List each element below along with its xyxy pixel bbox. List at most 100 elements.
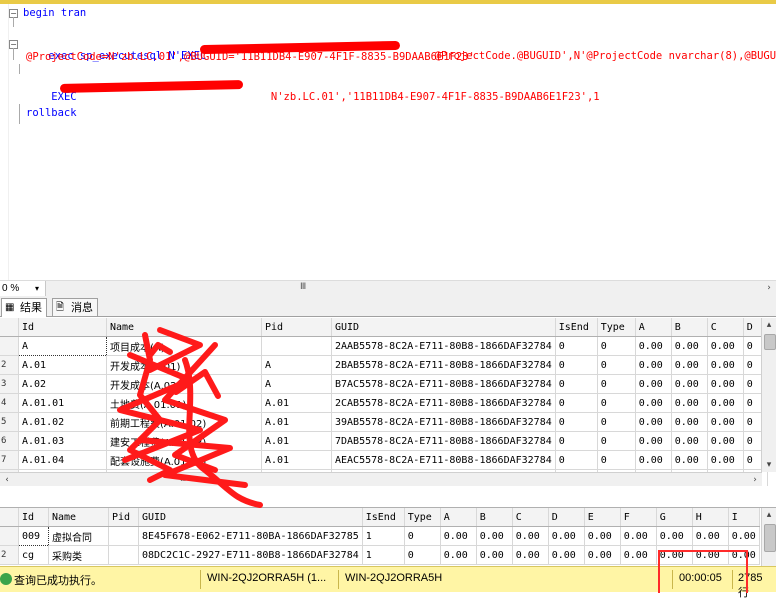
zoom-selector[interactable]: 0 % ▾ <box>0 281 46 296</box>
column-header[interactable]: H <box>692 508 729 527</box>
table-cell[interactable]: 0 <box>404 545 441 565</box>
row-number[interactable]: 3 <box>0 374 19 394</box>
table-cell[interactable] <box>108 526 139 546</box>
table-cell[interactable]: 0.00 <box>476 545 513 565</box>
table-cell[interactable]: 0.00 <box>440 545 477 565</box>
column-header[interactable]: A <box>440 508 477 527</box>
table-cell[interactable]: 0.00 <box>671 450 708 470</box>
column-header[interactable]: I <box>728 508 760 527</box>
table-row[interactable]: 5 A.01.02 前期工程费(A.01.02) A.01 39AB5578-8C2A-… <box>0 412 768 432</box>
column-header[interactable]: Pid <box>261 318 332 337</box>
table-cell[interactable]: 0 <box>555 355 598 375</box>
column-header[interactable]: D <box>548 508 585 527</box>
table-cell[interactable]: 0.00 <box>707 450 744 470</box>
column-header[interactable]: GUID <box>331 318 556 337</box>
table-cell[interactable]: 2CAB5578-8C2A-E711-80B8-1866DAF32784 <box>331 393 556 413</box>
table-cell[interactable]: 0 <box>597 374 636 394</box>
table-cell[interactable]: 0.00 <box>671 336 708 356</box>
table-cell[interactable]: A.01.03 <box>18 431 107 451</box>
table-cell[interactable]: A <box>261 355 332 375</box>
table-row[interactable]: A 项目成本(A) 2AAB5578-8C2A-E711-80B8-1866DAF3… <box>0 336 768 356</box>
scroll-left-icon[interactable]: ‹ <box>0 473 14 486</box>
table-cell[interactable]: A.01.04 <box>18 450 107 470</box>
scroll-down-icon[interactable]: ▾ <box>762 458 776 473</box>
table-cell[interactable]: 配套设施费(A.01.04) <box>106 450 262 470</box>
table-cell[interactable]: 0 <box>555 450 598 470</box>
table-cell[interactable]: A <box>261 374 332 394</box>
table-cell[interactable]: 0.00 <box>635 355 672 375</box>
table-cell[interactable]: 0 <box>555 374 598 394</box>
table-cell[interactable]: 0 <box>597 393 636 413</box>
table-cell[interactable]: 0.00 <box>707 336 744 356</box>
table-cell[interactable]: 0.00 <box>635 450 672 470</box>
row-number[interactable]: 4 <box>0 393 19 413</box>
table-cell[interactable]: 0 <box>555 431 598 451</box>
column-header[interactable]: IsEnd <box>555 318 598 337</box>
table-cell[interactable]: 8E45F678-E062-E711-80BA-1866DAF32785 <box>138 526 363 546</box>
column-header[interactable]: Pid <box>108 508 139 527</box>
table-cell[interactable]: A.01 <box>261 450 332 470</box>
table-row[interactable]: 6 A.01.03 建安工程费(A.01.03) A.01 7DAB5578-8C2A-… <box>0 431 768 451</box>
table-cell[interactable]: 0.00 <box>707 431 744 451</box>
grid1-horizontal-scrollbar[interactable]: ‹ Ⅲ › <box>0 472 762 486</box>
scroll-up-icon[interactable]: ▴ <box>762 508 776 523</box>
table-cell[interactable]: A.01 <box>261 412 332 432</box>
table-cell[interactable]: 开发成本(A.01) <box>106 355 262 375</box>
table-cell[interactable]: 2BAB5578-8C2A-E711-80B8-1866DAF32784 <box>331 355 556 375</box>
table-cell[interactable]: 0.00 <box>707 393 744 413</box>
table-cell[interactable]: 0.00 <box>548 545 585 565</box>
table-cell[interactable]: 0.00 <box>476 526 513 546</box>
tab-messages[interactable]: 🗎 消息 <box>52 298 98 316</box>
table-cell[interactable]: 0.00 <box>707 374 744 394</box>
table-cell[interactable]: 0.00 <box>620 526 657 546</box>
table-cell[interactable]: 0 <box>555 336 598 356</box>
table-cell[interactable]: 1 <box>362 526 405 546</box>
column-header[interactable]: Name <box>48 508 109 527</box>
table-cell[interactable]: 0.00 <box>584 526 621 546</box>
table-cell[interactable]: 0.00 <box>635 393 672 413</box>
table-cell[interactable]: B7AC5578-8C2A-E711-80B8-1866DAF32784 <box>331 374 556 394</box>
table-cell[interactable]: 0 <box>404 526 441 546</box>
table-cell[interactable]: 0.00 <box>692 526 729 546</box>
table-cell[interactable]: 采购类 <box>48 545 109 565</box>
column-header[interactable]: IsEnd <box>362 508 405 527</box>
table-cell[interactable]: 0.00 <box>584 545 621 565</box>
table-cell[interactable]: 0.00 <box>635 336 672 356</box>
table-cell[interactable]: 0.00 <box>671 355 708 375</box>
editor-horizontal-scrollbar[interactable]: 0 % ▾ Ⅲ › <box>0 280 776 296</box>
table-cell[interactable]: 0.00 <box>707 412 744 432</box>
table-cell[interactable]: 0.00 <box>728 526 760 546</box>
table-cell[interactable]: 0.00 <box>635 412 672 432</box>
table-cell[interactable]: 08DC2C1C-2927-E711-80B8-1866DAF32784 <box>138 545 363 565</box>
column-header[interactable]: Type <box>597 318 636 337</box>
table-cell[interactable]: 0.00 <box>635 431 672 451</box>
row-number[interactable]: 7 <box>0 450 19 470</box>
table-cell[interactable]: A.01 <box>261 393 332 413</box>
table-cell[interactable]: 开发成本(A.02) <box>106 374 262 394</box>
query-editor[interactable]: − begin tran − exec sp_executesql N'EXEC… <box>0 4 776 280</box>
table-cell[interactable]: 0 <box>597 431 636 451</box>
grid2-vertical-scrollbar[interactable]: ▴ <box>761 508 776 566</box>
table-row[interactable]: 7 A.01.04 配套设施费(A.01.04) A.01 AEAC5578-8C2A-… <box>0 450 768 470</box>
row-number[interactable]: 5 <box>0 412 19 432</box>
table-cell[interactable]: 0.00 <box>707 355 744 375</box>
table-cell[interactable]: A.01.02 <box>18 412 107 432</box>
table-row[interactable]: 3 A.02 开发成本(A.02) A B7AC5578-8C2A-E711-80B8-… <box>0 374 768 394</box>
table-row[interactable]: 4 A.01.01 土地费(A.01.01) A.01 2CAB5578-8C2A-E7… <box>0 393 768 413</box>
table-cell[interactable]: 0 <box>597 412 636 432</box>
column-header[interactable]: C <box>512 508 549 527</box>
row-number[interactable]: 6 <box>0 431 19 451</box>
table-cell[interactable]: 0 <box>597 450 636 470</box>
table-cell[interactable]: A.01 <box>18 355 107 375</box>
table-cell[interactable]: 0 <box>555 412 598 432</box>
column-header[interactable]: Type <box>404 508 441 527</box>
row-number[interactable]: 2 <box>0 355 19 375</box>
table-cell[interactable]: A.02 <box>18 374 107 394</box>
column-header[interactable]: E <box>584 508 621 527</box>
scroll-right-icon[interactable]: › <box>762 281 776 296</box>
table-cell[interactable]: 0 <box>555 393 598 413</box>
results-grid-1[interactable]: Id Name Pid GUID IsEnd Type A B C D A 项目成… <box>0 318 776 486</box>
scroll-right-icon[interactable]: › <box>748 473 762 486</box>
row-number[interactable] <box>0 336 19 356</box>
table-cell[interactable]: 虚拟合同 <box>48 526 109 546</box>
